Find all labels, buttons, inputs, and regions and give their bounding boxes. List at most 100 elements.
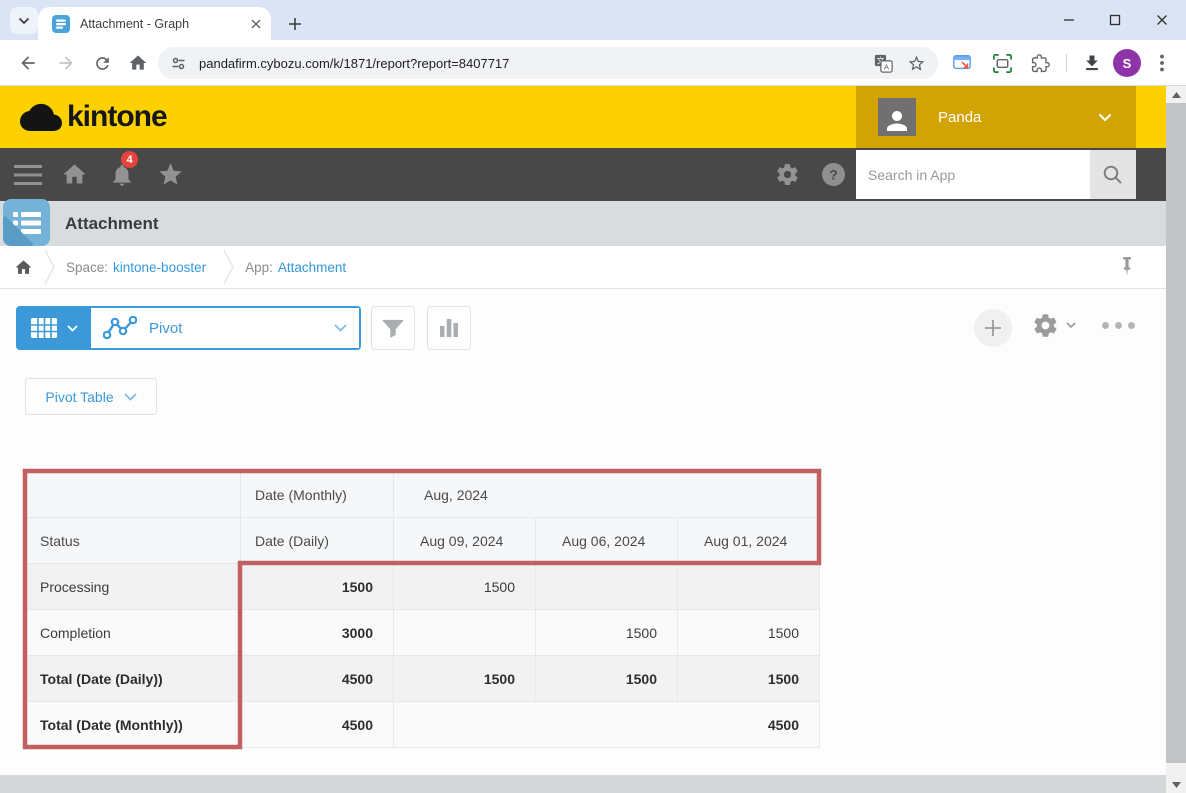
app-title-bar: Attachment [0,201,1186,246]
forward-button[interactable] [54,51,78,75]
browser-window: Attachment - Graph panda [0,0,1186,793]
window-minimize-button[interactable] [1054,10,1084,30]
cell-value: 1500 [536,610,678,656]
search-button[interactable] [1090,150,1136,199]
pivot-total-monthly-row: Total (Date (Monthly)) 4500 4500 [26,702,820,748]
page-bottom-strip [0,775,1166,793]
pin-button[interactable] [1114,254,1140,280]
user-menu[interactable]: Panda [856,86,1136,148]
home-button[interactable] [126,51,150,75]
reload-button[interactable] [90,51,114,75]
gear-icon [1032,312,1059,339]
filter-funnel-icon [380,315,406,341]
row-label: Completion [26,610,241,656]
nav-help-button[interactable]: ? [818,148,848,201]
cell-value: 1500 [536,656,678,702]
nav-portal-button[interactable] [58,148,90,201]
new-tab-button[interactable] [282,11,308,37]
user-name: Panda [938,109,1098,126]
screenshot-button[interactable] [990,51,1014,75]
browser-menu-button[interactable] [1150,51,1174,75]
nav-settings-button[interactable] [772,148,802,201]
app-icon[interactable] [3,199,50,246]
browser-profile-avatar[interactable]: S [1113,49,1141,77]
pivot-date-col: Aug 01, 2024 [678,518,820,564]
chart-type-select[interactable]: Pivot Table [25,378,157,415]
translate-icon[interactable]: 文A [874,54,893,73]
row-total: 1500 [241,564,394,610]
app-search [856,150,1136,199]
side-panel-button[interactable] [950,51,974,75]
nav-menu-button[interactable] [12,148,44,201]
pivot-date-col: Aug 06, 2024 [536,518,678,564]
chevron-down-icon [1098,113,1112,122]
chart-button[interactable] [427,306,471,350]
chevron-down-icon [334,324,347,332]
pivot-daily-label: Date (Daily) [241,518,394,564]
nav-favorites-button[interactable] [154,148,186,201]
toolbar-separator [1066,54,1067,72]
breadcrumb-separator-icon [222,249,235,285]
kintone-logo[interactable]: kintone [20,86,167,148]
breadcrumb-separator-icon [43,249,56,285]
ellipsis-icon [1102,322,1109,329]
vertical-scrollbar[interactable] [1166,86,1186,793]
plus-icon [288,17,302,31]
pivot-data-row: Completion 3000 1500 1500 [26,610,820,656]
plus-icon [984,319,1002,337]
add-record-button[interactable] [974,309,1012,347]
row-total: 4500 [241,656,394,702]
side-panel-icon [952,53,972,73]
star-icon [157,161,184,188]
row-label: Total (Date (Monthly)) [26,702,241,748]
address-bar[interactable]: pandafirm.cybozu.com/k/1871/report?repor… [158,47,938,79]
hamburger-icon [14,165,42,185]
back-icon [18,53,38,73]
bar-chart-icon [438,317,460,339]
url-text[interactable]: pandafirm.cybozu.com/k/1871/report?repor… [199,56,874,71]
app-label: App: [245,260,273,275]
downloads-button[interactable] [1080,51,1104,75]
breadcrumb: Space: kintone-booster App: Attachment [0,246,1186,289]
pivot-table: Date (Monthly) Aug, 2024 Status Date (Da… [25,471,820,748]
breadcrumb-home-icon[interactable] [14,258,33,277]
chevron-down-icon [124,393,137,401]
window-maximize-button[interactable] [1100,10,1130,30]
site-settings-icon[interactable] [170,55,187,72]
pivot-data-row: Processing 1500 1500 [26,564,820,610]
line-chart-icon [103,316,137,340]
more-options-button[interactable] [1102,322,1135,329]
space-link[interactable]: kintone-booster [113,260,206,275]
gear-icon [775,162,800,187]
scrollbar-thumb[interactable] [1166,103,1186,763]
app-link[interactable]: Attachment [278,260,346,275]
app-settings-button[interactable] [1032,312,1076,339]
search-input[interactable] [856,150,1090,199]
space-label: Space: [66,260,108,275]
view-list-button[interactable] [16,306,91,350]
view-select[interactable]: Pivot [91,306,361,350]
scroll-down-button[interactable] [1166,776,1186,793]
tab-search-button[interactable] [10,7,38,34]
bookmark-star-icon[interactable] [907,54,926,73]
pivot-corner-cell [26,472,241,518]
tab-close-icon[interactable] [251,19,261,29]
window-close-button[interactable] [1147,10,1177,30]
scroll-up-button[interactable] [1166,86,1186,103]
close-icon [1156,14,1168,26]
row-total: 4500 [241,702,394,748]
filter-button[interactable] [371,306,415,350]
extensions-button[interactable] [1028,51,1052,75]
browser-tab[interactable]: Attachment - Graph [38,7,271,40]
svg-text:?: ? [829,167,838,183]
cell-value: 1500 [678,656,820,702]
triangle-up-icon [1172,92,1181,98]
pivot-header-row-daily: Status Date (Daily) Aug 09, 2024 Aug 06,… [26,518,820,564]
pivot-monthly-label: Date (Monthly) [241,472,394,518]
back-button[interactable] [16,51,40,75]
forward-icon [56,53,76,73]
pivot-date-col: Aug 09, 2024 [394,518,536,564]
app-title: Attachment [65,201,159,246]
notification-badge: 4 [121,151,138,168]
chevron-down-icon [18,17,30,25]
